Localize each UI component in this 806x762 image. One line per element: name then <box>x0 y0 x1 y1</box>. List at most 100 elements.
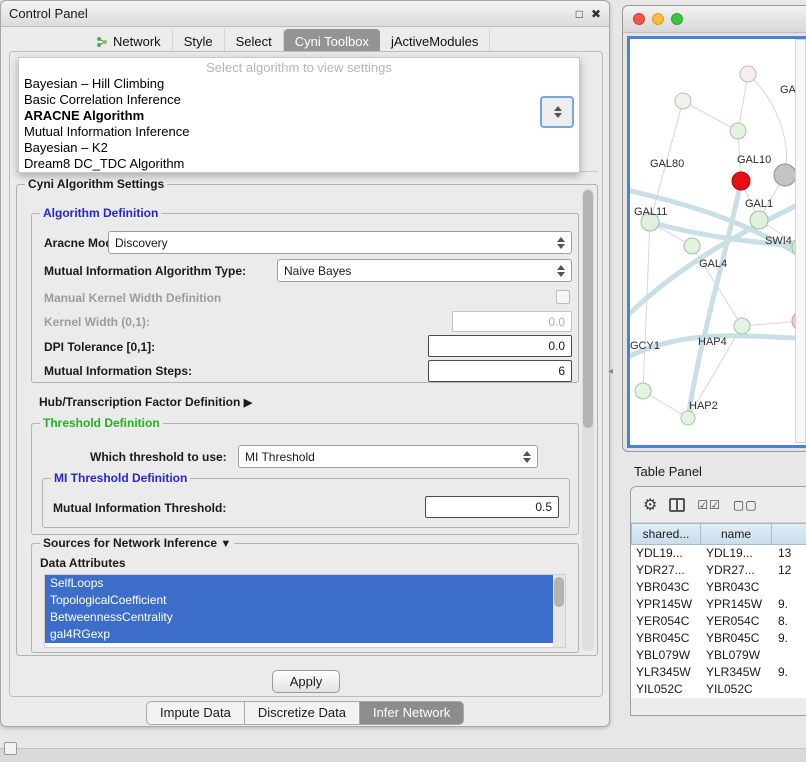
kernel-width-field[interactable]: 0.0 <box>452 311 572 332</box>
network-node[interactable] <box>675 93 691 109</box>
table-row[interactable]: YBR045CYBR045C9. <box>631 630 806 647</box>
mi-threshold-definition-group: MI Threshold Definition Mutual Informati… <box>42 478 570 528</box>
list-scrollbar-thumb[interactable] <box>554 577 564 607</box>
network-node[interactable] <box>684 238 700 254</box>
network-node[interactable] <box>774 164 796 186</box>
float-window-icon[interactable]: □ <box>576 7 583 21</box>
splitter-collapse-icon[interactable]: ◂ <box>608 366 613 377</box>
list-item[interactable]: gal4RGexp <box>45 626 553 643</box>
table-row[interactable]: YBR043CYBR043C <box>631 579 806 596</box>
window-title: Control Panel <box>9 6 88 21</box>
network-node-gal10[interactable] <box>732 172 750 190</box>
network-node[interactable] <box>734 318 750 334</box>
sources-group: Sources for Network Inference ▼ Data Att… <box>31 543 579 653</box>
close-window-icon[interactable]: ✖ <box>591 7 601 21</box>
dropdown-item[interactable]: Bayesian – K2 <box>19 140 579 156</box>
column-header[interactable]: name <box>700 523 772 545</box>
dropdown-item-selected[interactable]: ARACNE Algorithm <box>19 108 579 124</box>
tab-discretize-data[interactable]: Discretize Data <box>244 701 360 725</box>
list-item[interactable]: SelfLoops <box>45 575 553 592</box>
dropdown-item[interactable]: Mutual Information Inference <box>19 124 579 140</box>
threshold-definition-group: Threshold Definition Which threshold to … <box>31 423 579 535</box>
table-header: shared... name <box>631 523 806 545</box>
which-threshold-select[interactable]: MI Threshold <box>238 445 538 468</box>
column-header[interactable] <box>771 523 806 545</box>
network-node[interactable] <box>681 411 695 425</box>
deselect-all-rows-icon[interactable]: ▢▢ <box>733 498 758 512</box>
network-node[interactable] <box>730 123 746 139</box>
table-body: YDL19...YDL19...13 YDR27...YDR27...12 YB… <box>631 545 806 698</box>
network-view-window: GAL8 GAL80 GAL10 GAL11 GAL1 SWI4 GAL4 GC… <box>622 5 806 452</box>
stepper-icon <box>553 105 562 119</box>
dropdown-placeholder[interactable]: Select algorithm to view settings <box>19 60 579 76</box>
table-row[interactable]: YER054CYER054C8. <box>631 613 806 630</box>
node-label: GAL4 <box>699 258 727 270</box>
chevron-right-icon: ▶ <box>244 397 252 409</box>
mi-threshold-field[interactable]: 0.5 <box>425 496 559 518</box>
mi-type-label: Mutual Information Algorithm Type: <box>44 264 246 278</box>
table-row[interactable]: YLR345WYLR345W9. <box>631 664 806 681</box>
stepper-icon <box>556 236 565 250</box>
list-item[interactable]: TopologicalCoefficient <box>45 592 553 609</box>
table-toolbar: ⚙ ☑☑ ▢▢ <box>631 487 806 523</box>
cyni-bottom-tabs: Impute Data Discretize Data Infer Networ… <box>146 701 464 725</box>
kernel-width-label: Kernel Width (0,1): <box>44 315 150 329</box>
show-columns-icon[interactable] <box>669 498 685 512</box>
apply-button[interactable]: Apply <box>272 670 340 693</box>
mi-type-select[interactable]: Naive Bayes <box>277 259 572 282</box>
network-vertical-scrollbar[interactable] <box>795 39 806 443</box>
aracne-mode-select[interactable]: Discovery <box>108 231 572 254</box>
node-label: HAP2 <box>689 400 718 412</box>
tab-network-label: Network <box>113 34 161 49</box>
hub-tf-disclosure[interactable]: Hub/Transcription Factor Definition ▶ <box>39 395 252 409</box>
settings-scrollbar-thumb[interactable] <box>583 190 593 428</box>
node-label: GAL80 <box>650 158 684 170</box>
network-view-titlebar[interactable] <box>623 6 806 33</box>
dpi-tolerance-field[interactable]: 0.0 <box>428 335 572 357</box>
algorithm-combobox-button[interactable] <box>540 96 574 128</box>
tab-infer-network[interactable]: Infer Network <box>359 701 464 725</box>
table-row[interactable]: YIL052CYIL052C <box>631 681 806 698</box>
close-traffic-light[interactable] <box>633 13 645 25</box>
dropdown-item[interactable]: Dream8 DC_TDC Algorithm <box>19 156 579 172</box>
cyni-algorithm-settings-group: Cyni Algorithm Settings Algorithm Defini… <box>16 184 598 656</box>
table-row[interactable]: YBL079WYBL079W <box>631 647 806 664</box>
network-node[interactable] <box>635 383 651 399</box>
mi-steps-label: Mutual Information Steps: <box>44 364 192 378</box>
table-row[interactable]: YDL19...YDL19...13 <box>631 545 806 562</box>
group-title: MI Threshold Definition <box>51 471 190 485</box>
table-row[interactable]: YDR27...YDR27...12 <box>631 562 806 579</box>
network-icon <box>96 36 108 48</box>
table-panel-title: Table Panel <box>634 464 702 479</box>
network-node-gal1[interactable] <box>750 211 768 229</box>
dropdown-item[interactable]: Basic Correlation Inference <box>19 92 579 108</box>
node-label: GAL11 <box>634 206 667 218</box>
minimize-traffic-light[interactable] <box>652 13 664 25</box>
column-header[interactable]: shared... <box>631 523 701 545</box>
network-canvas[interactable]: GAL8 GAL80 GAL10 GAL11 GAL1 SWI4 GAL4 GC… <box>627 36 806 448</box>
network-graph: GAL8 GAL80 GAL10 GAL11 GAL1 SWI4 GAL4 GC… <box>630 39 806 445</box>
dropdown-item[interactable]: Bayesian – Hill Climbing <box>19 76 579 92</box>
status-bar <box>0 748 806 762</box>
node-label: GAL1 <box>745 198 773 210</box>
algorithm-dropdown-popup: Select algorithm to view settings Bayesi… <box>18 57 580 173</box>
tab-impute-data[interactable]: Impute Data <box>146 701 245 725</box>
chevron-down-icon[interactable]: ▼ <box>220 538 231 550</box>
collapsed-panel-icon[interactable] <box>4 742 17 755</box>
node-label: SWI4 <box>765 235 792 247</box>
list-scrollbar[interactable] <box>553 575 565 647</box>
manual-kernel-label: Manual Kernel Width Definition <box>44 291 221 305</box>
mi-steps-field[interactable]: 6 <box>428 360 572 382</box>
gear-icon[interactable]: ⚙ <box>643 495 657 515</box>
network-node[interactable] <box>740 66 756 82</box>
control-panel-titlebar[interactable]: Control Panel □ ✖ <box>1 1 609 27</box>
zoom-traffic-light[interactable] <box>671 13 683 25</box>
algorithm-definition-group: Algorithm Definition Aracne Mode: Discov… <box>31 213 579 383</box>
group-title: Algorithm Definition <box>40 206 161 220</box>
table-row[interactable]: YPR145WYPR145W9. <box>631 596 806 613</box>
list-item[interactable]: BetweennessCentrality <box>45 609 553 626</box>
data-attributes-label: Data Attributes <box>40 556 126 570</box>
select-all-rows-icon[interactable]: ☑☑ <box>697 498 721 512</box>
settings-scrollbar[interactable] <box>582 189 594 651</box>
manual-kernel-checkbox[interactable] <box>556 290 570 304</box>
